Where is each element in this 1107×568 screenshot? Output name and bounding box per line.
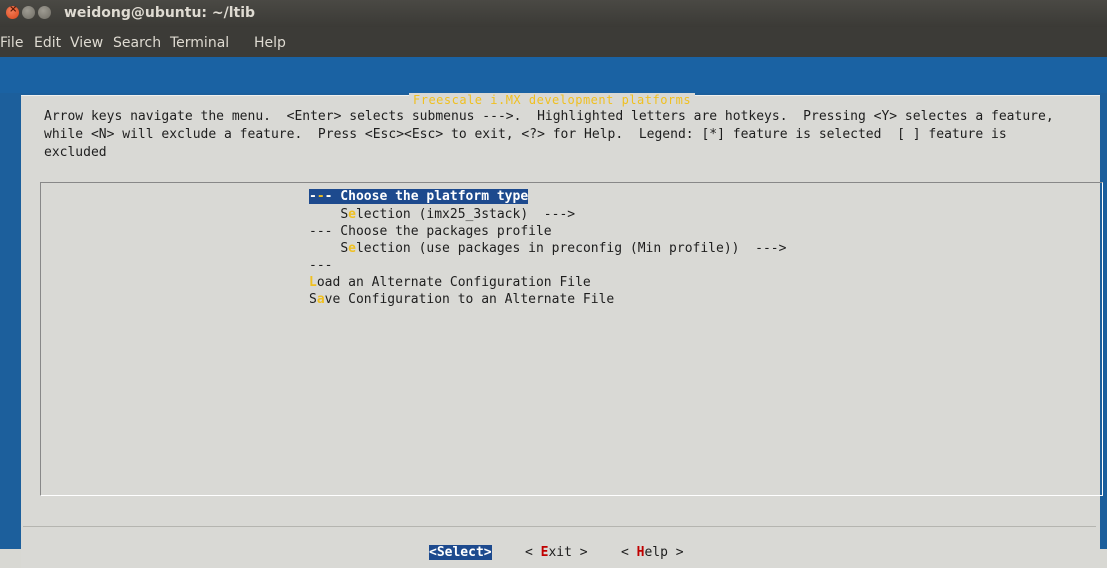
- menu-item-hotkey: L: [309, 275, 317, 290]
- window-titlebar[interactable]: × weidong@ubuntu: ~/ltib: [0, 0, 1107, 27]
- menu-item-platform-selection[interactable]: Selection (imx25_3stack) --->: [309, 207, 575, 222]
- menu-item-label: oad an Alternate Configuration File: [316, 275, 591, 290]
- help-text-line-2: while <N> will exclude a feature. Press …: [44, 127, 1007, 142]
- button-bracket: <: [621, 545, 637, 560]
- menu-item-label: lection (imx25_3stack) --->: [355, 207, 576, 222]
- menu-search[interactable]: Search: [113, 35, 161, 51]
- menu-item-separator: ---: [309, 258, 333, 273]
- menu-item-packages-selection[interactable]: Selection (use packages in preconfig (Mi…: [309, 241, 786, 256]
- menu-terminal[interactable]: Terminal: [170, 35, 229, 51]
- menu-item-hotkey: e: [348, 241, 356, 256]
- select-button[interactable]: <Select>: [429, 545, 492, 560]
- terminal-background-band: [0, 57, 1107, 93]
- menu-item-platform-type[interactable]: --- Choose the platform type: [309, 189, 529, 204]
- menu-item-hotkey: -: [316, 189, 325, 204]
- button-label: xit >: [548, 545, 588, 560]
- window-title: weidong@ubuntu: ~/ltib: [64, 5, 256, 21]
- minimize-window-button[interactable]: [22, 6, 35, 19]
- help-button[interactable]: < Help >: [621, 545, 684, 560]
- menu-file[interactable]: File: [0, 35, 23, 51]
- button-separator: [23, 526, 1096, 527]
- menu-help[interactable]: Help: [254, 35, 286, 51]
- terminal-area[interactable]: Freescale i.MX development platforms Arr…: [0, 57, 1107, 568]
- maximize-window-button[interactable]: [38, 6, 51, 19]
- menu-item-packages-profile[interactable]: --- Choose the packages profile: [309, 224, 552, 239]
- menu-item-label: ve Configuration to an Alternate File: [324, 292, 615, 307]
- exit-button[interactable]: < Exit >: [525, 545, 588, 560]
- menu-item-prefix: S: [340, 207, 349, 222]
- button-bracket: <: [525, 545, 541, 560]
- help-text-line-3: excluded: [44, 145, 107, 160]
- button-label: elp >: [644, 545, 684, 560]
- menu-item-prefix: S: [309, 292, 317, 307]
- menu-item-indent: [309, 207, 340, 222]
- menu-item-save-config[interactable]: Save Configuration to an Alternate File: [309, 292, 614, 307]
- menu-item-hotkey: e: [348, 207, 356, 222]
- menu-edit[interactable]: Edit: [34, 35, 61, 51]
- menu-item-load-config[interactable]: Load an Alternate Configuration File: [309, 275, 591, 290]
- menu-list-box: --- Choose the platform type Selection (…: [40, 182, 1103, 496]
- close-icon: ×: [9, 4, 18, 15]
- dialog-title: Freescale i.MX development platforms: [409, 93, 696, 107]
- menuconfig-dialog: Freescale i.MX development platforms Arr…: [21, 93, 1103, 568]
- menu-view[interactable]: View: [70, 35, 103, 51]
- close-window-button[interactable]: ×: [6, 4, 19, 19]
- menu-item-hotkey: a: [316, 292, 325, 307]
- menu-item-label: lection (use packages in preconfig (Min …: [355, 241, 787, 256]
- menu-item-prefix: S: [340, 241, 349, 256]
- menu-item-prefix: -: [309, 189, 317, 204]
- help-text-line-1: Arrow keys navigate the menu. <Enter> se…: [44, 109, 1054, 124]
- menubar: File Edit View Search Terminal Help: [0, 27, 1107, 57]
- menu-item-indent: [309, 241, 340, 256]
- menu-item-label: - Choose the platform type: [324, 189, 529, 204]
